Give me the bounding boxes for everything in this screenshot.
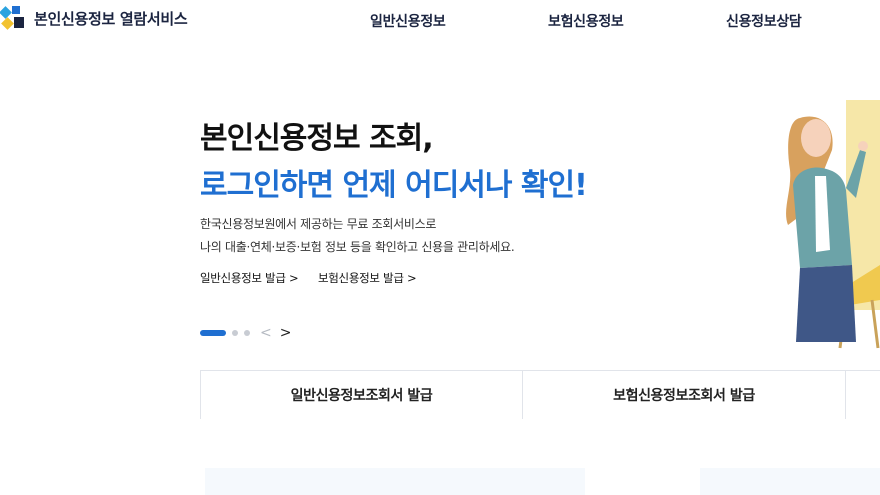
site-logo[interactable]: 본인신용정보 열람서비스 xyxy=(0,4,188,32)
slider-dot[interactable] xyxy=(244,330,250,336)
hero-title-line1: 본인신용정보 조회, xyxy=(200,121,434,156)
tab-divider xyxy=(845,371,846,419)
slider-next-icon[interactable]: > xyxy=(280,326,292,340)
tab-insurance-credit-report[interactable]: 보험신용정보조회서 발급 xyxy=(523,371,845,419)
general-credit-issue-link[interactable]: 일반신용정보 발급 > xyxy=(200,270,299,286)
quick-issue-tabs: 일반신용정보조회서 발급 보험신용정보조회서 발급 xyxy=(200,370,880,419)
site-title: 본인신용정보 열람서비스 xyxy=(34,9,188,28)
hero-description-line1: 한국신용정보원에서 제공하는 무료 조회서비스로 xyxy=(200,217,437,231)
slider-prev-icon[interactable]: < xyxy=(260,326,272,340)
tab-general-credit-report[interactable]: 일반신용정보조회서 발급 xyxy=(201,371,522,419)
nav-item-general-credit[interactable]: 일반신용정보 xyxy=(370,11,446,31)
nav-item-insurance-credit[interactable]: 보험신용정보 xyxy=(548,11,624,31)
slider-pagination: < > xyxy=(200,326,291,340)
slider-dot[interactable] xyxy=(232,330,238,336)
hero-illustration xyxy=(760,90,880,350)
content-card-preview xyxy=(700,468,880,495)
nav-item-credit-consulting[interactable]: 신용정보상담 xyxy=(726,11,802,31)
hero-description-line2: 나의 대출·연체·보증·보험 정보 등을 확인하고 신용을 관리하세요. xyxy=(200,240,515,254)
content-card-preview xyxy=(205,468,585,495)
slider-dot-active[interactable] xyxy=(200,330,226,336)
insurance-credit-issue-link[interactable]: 보험신용정보 발급 > xyxy=(318,270,417,286)
hero-title-line2: 로그인하면 언제 어디서나 확인! xyxy=(200,168,588,203)
logo-mark-icon xyxy=(0,4,28,32)
